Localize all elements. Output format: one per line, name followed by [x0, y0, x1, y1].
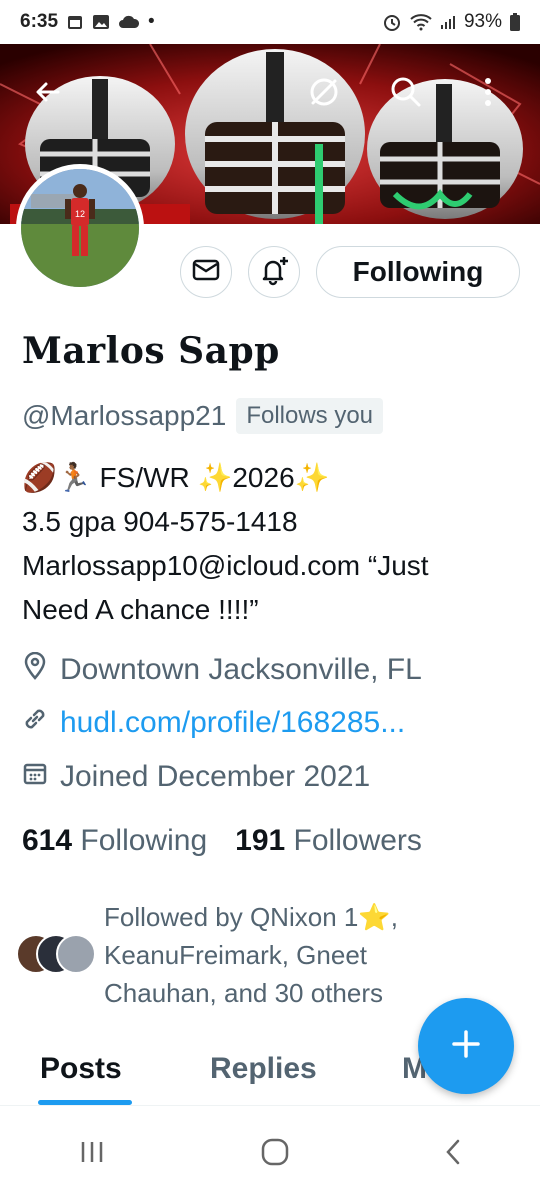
display-name: Marlos Sapp [22, 330, 280, 372]
more-options-button[interactable] [468, 72, 508, 112]
more-vertical-icon [483, 76, 493, 108]
bell-plus-icon [258, 254, 290, 291]
follow-counts: 614 Following 191 Followers [22, 824, 422, 858]
calendar-icon [22, 760, 48, 794]
location-text: Downtown Jacksonville, FL [60, 653, 422, 686]
bio-line: 🏈🏃🏾 FS/WR ✨2026✨ [22, 462, 330, 493]
active-tab-indicator [38, 1100, 132, 1105]
follows-you-badge: Follows you [236, 398, 384, 434]
arrow-left-icon [32, 76, 64, 108]
back-button[interactable] [28, 72, 68, 112]
user-handle: @Marlossapp21 [22, 400, 227, 431]
location-pin-icon [22, 651, 48, 688]
plus-icon [449, 1027, 483, 1066]
avatar-photo: 12 [21, 169, 139, 287]
following-count: 614 [22, 824, 73, 857]
tab-posts[interactable]: Posts [40, 1052, 122, 1086]
mutual-followers-avatars[interactable] [16, 934, 100, 976]
status-dot: • [148, 11, 155, 32]
bio-line: Need A chance !!!!” [22, 594, 259, 625]
wifi-icon [410, 13, 432, 31]
bio-line: 3.5 gpa 904-575-1418 [22, 506, 298, 537]
signal-icon [440, 14, 456, 30]
tab-replies[interactable]: Replies [210, 1052, 317, 1086]
compose-button[interactable] [418, 998, 514, 1094]
battery-percent: 93% [463, 11, 502, 32]
eye-off-icon [307, 75, 341, 109]
followers-count: 191 [235, 824, 286, 857]
jersey-number: 12 [75, 209, 85, 219]
website-link[interactable]: hudl.com/profile/168285... [60, 706, 405, 740]
followers-label: Followers [293, 824, 422, 857]
message-button[interactable] [180, 246, 232, 298]
alarm-icon [382, 12, 402, 32]
back-chevron-icon[interactable] [443, 1137, 463, 1172]
link-icon [22, 706, 48, 740]
notifications-button[interactable] [248, 246, 300, 298]
envelope-icon [192, 259, 220, 286]
profile-bio: 🏈🏃🏾 FS/WR ✨2026✨ 3.5 gpa 904-575-1418 Ma… [22, 456, 522, 632]
handle-row: @Marlossapp21 Follows you [22, 398, 384, 434]
recents-icon[interactable] [77, 1138, 107, 1171]
gallery-notification-icon [92, 13, 110, 31]
profile-avatar[interactable]: 12 [16, 164, 144, 292]
avatar [56, 934, 96, 974]
following-count-link[interactable]: 614 Following [22, 824, 207, 858]
followed-by-line: Followed by QNixon 1⭐, [104, 902, 398, 932]
status-time: 6:35 [20, 11, 59, 32]
followed-by-line: KeanuFreimark, Gneet [104, 940, 368, 970]
joined-text: Joined December 2021 [60, 760, 371, 793]
following-label: Following [80, 824, 208, 857]
calendar-notification-icon [66, 13, 84, 31]
mute-toggle-button[interactable] [304, 72, 344, 112]
following-button[interactable]: Following [316, 246, 520, 298]
battery-icon [510, 13, 520, 31]
cloud-notification-icon [118, 13, 140, 31]
status-bar: 6:35 • 93% [0, 0, 540, 44]
search-icon [389, 75, 423, 109]
location-row: Downtown Jacksonville, FL [22, 651, 422, 688]
search-button[interactable] [386, 72, 426, 112]
joined-row: Joined December 2021 [22, 760, 370, 794]
system-nav-bar [0, 1108, 540, 1200]
followed-by-text[interactable]: Followed by QNixon 1⭐, KeanuFreimark, Gn… [104, 898, 514, 1012]
bio-line: Marlossapp10@icloud.com “Just [22, 550, 429, 581]
followers-count-link[interactable]: 191 Followers [235, 824, 422, 858]
home-icon[interactable] [260, 1137, 290, 1172]
website-row: hudl.com/profile/168285... [22, 706, 405, 740]
